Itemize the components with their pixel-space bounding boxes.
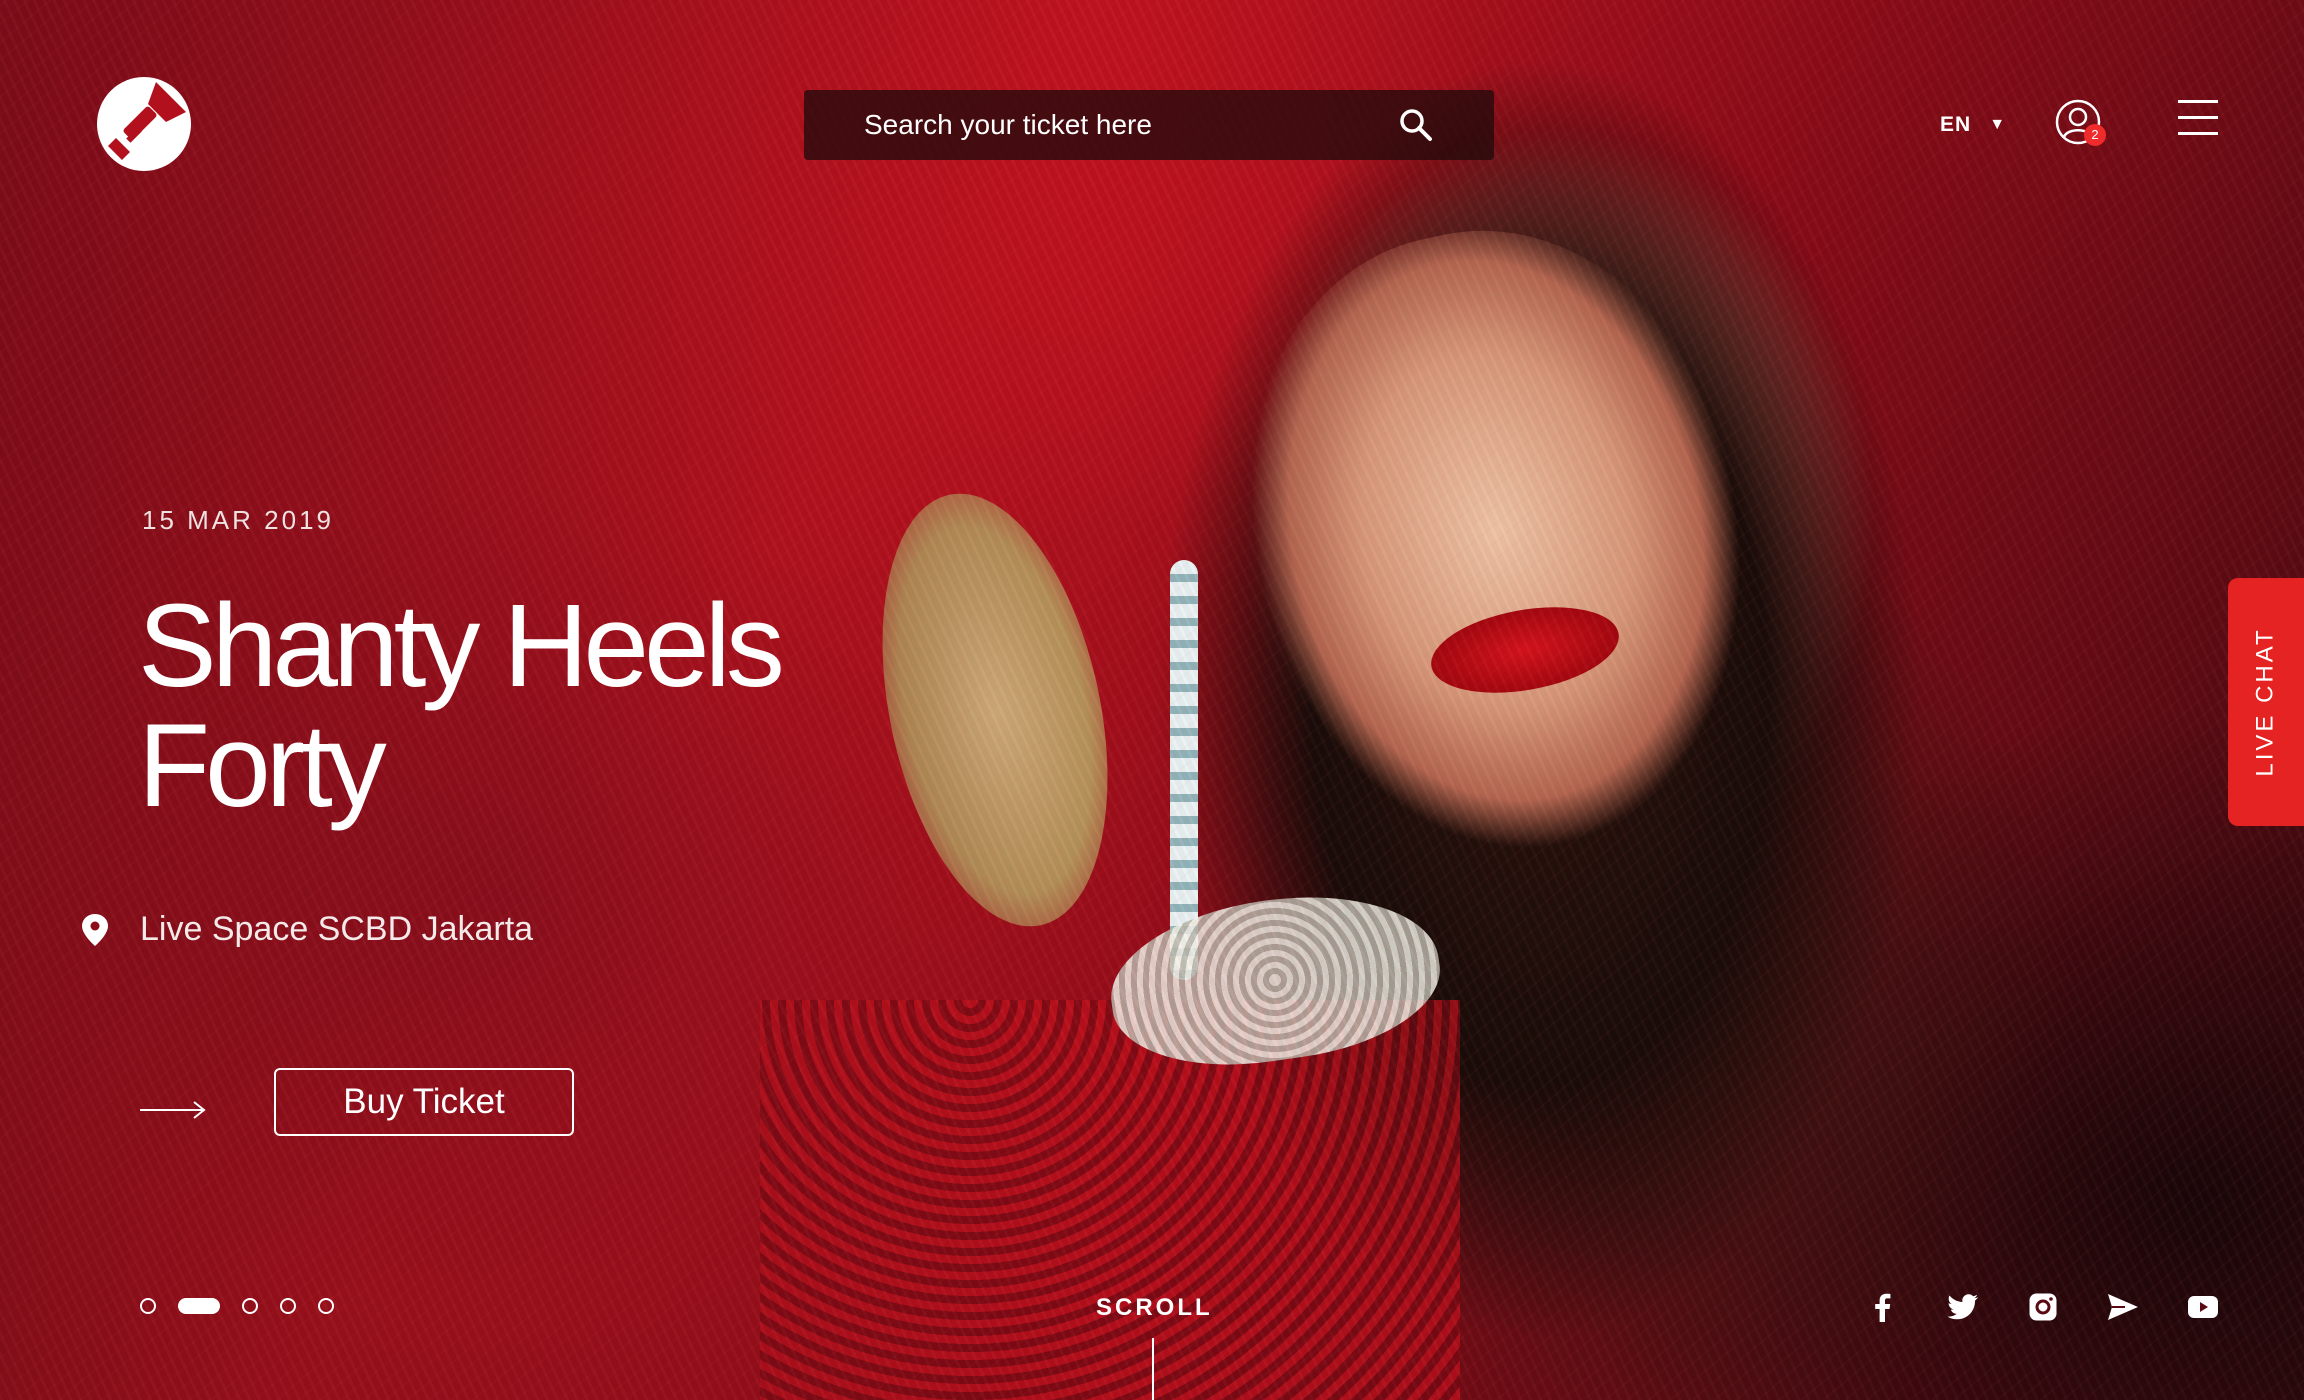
language-label: EN [1940,113,1972,136]
live-chat-label: LIVE CHAT [2252,627,2279,777]
notification-badge: 2 [2084,124,2106,146]
search-icon[interactable] [1398,107,1434,143]
caret-down-icon: ▼ [1989,116,2007,133]
instagram-icon[interactable] [2026,1290,2060,1324]
logo[interactable] [96,76,192,172]
user-account-button[interactable]: 2 [2054,98,2106,146]
slider-pagination [140,1298,334,1314]
search-input[interactable] [804,90,1494,160]
twitter-icon[interactable] [1946,1290,1980,1324]
hero-section: EN ▼ 2 15 MAR 2019 Shanty Heels Forty Li… [0,0,2304,1400]
live-chat-button[interactable]: LIVE CHAT [2228,578,2304,826]
event-title-line-1: Shanty Heels [138,580,785,712]
social-links [1866,1290,2220,1324]
slider-dot-active[interactable] [178,1298,220,1314]
arrow-right-icon [140,1101,206,1119]
event-title-line-2: Forty [138,700,387,832]
scroll-indicator-label[interactable]: SCROLL [1096,1294,1213,1322]
hero-image-necklace [1100,877,1450,1083]
hero-image-hair [1120,60,1940,1400]
event-venue-label: Live Space SCBD Jakarta [140,910,534,948]
facebook-icon[interactable] [1866,1290,1900,1324]
send-icon[interactable] [2106,1290,2140,1324]
location-pin-icon [82,913,108,946]
slider-dot[interactable] [242,1298,258,1314]
hero-image-earring [1170,560,1198,980]
scroll-indicator-line [1152,1338,1154,1400]
event-date: 15 MAR 2019 [142,505,334,535]
slider-dot[interactable] [280,1298,296,1314]
hamburger-menu-icon[interactable] [2178,100,2218,140]
slider-dot[interactable] [140,1298,156,1314]
youtube-icon[interactable] [2186,1290,2220,1324]
event-title: Shanty Heels Forty [138,586,898,826]
hero-image-lips [1424,594,1626,706]
event-venue: Live Space SCBD Jakarta [80,910,533,949]
search-bar [804,90,1494,160]
buy-ticket-button[interactable]: Buy Ticket [274,1068,574,1136]
hero-image-face [1188,185,1812,915]
slider-dot[interactable] [318,1298,334,1314]
language-selector[interactable]: EN ▼ [1940,110,2006,140]
